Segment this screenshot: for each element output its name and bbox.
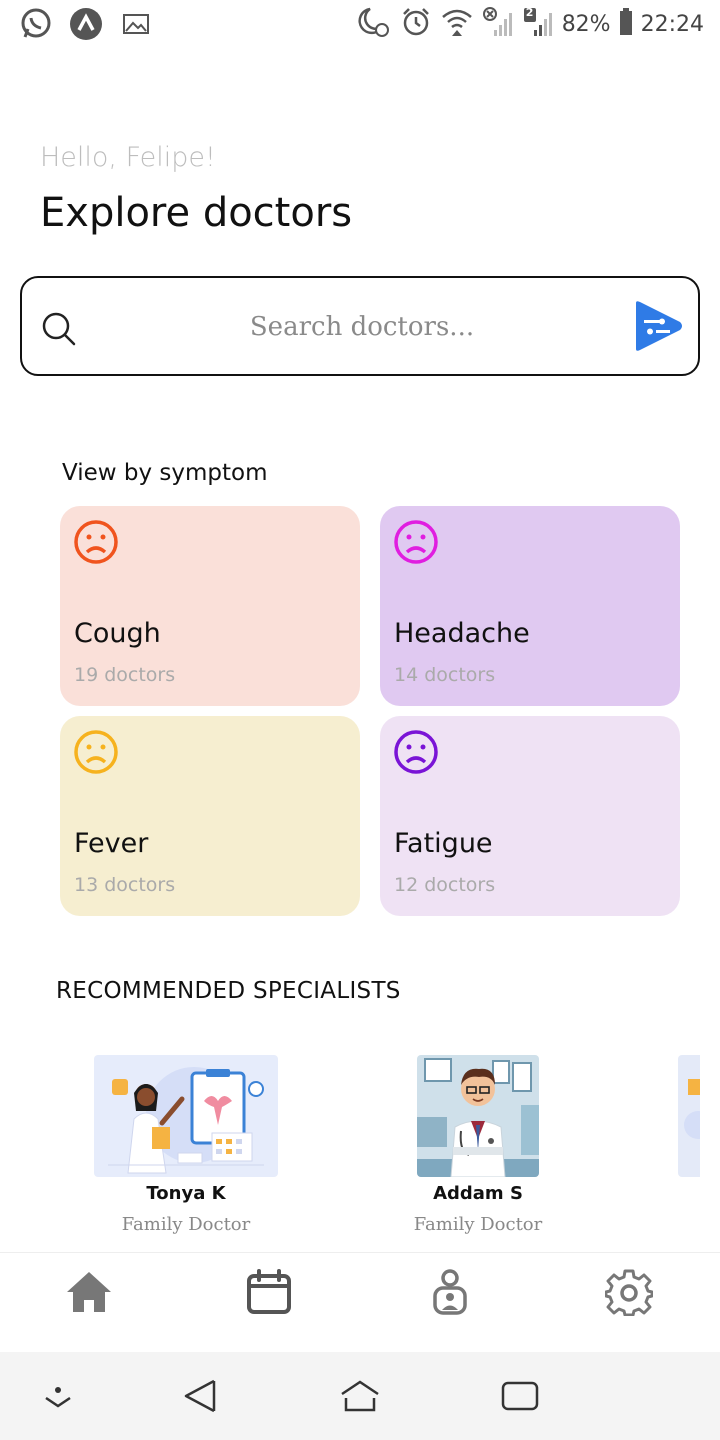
doctor-role: Family Doctor (121, 1214, 251, 1235)
symptom-name: Fatigue (394, 828, 493, 859)
signal-icon: 2 (522, 6, 554, 42)
specialist-card-partial[interactable] (678, 1055, 700, 1177)
specialist-card[interactable]: Addam S Family Doctor (378, 1055, 578, 1235)
symptom-card-headache[interactable]: Headache 14 doctors (380, 506, 680, 706)
doctor-name: Tonya K (146, 1183, 226, 1204)
filter-icon[interactable] (632, 300, 684, 352)
sad-face-icon (392, 728, 440, 776)
greeting: Hello, Felipe! (40, 142, 216, 173)
battery-level: 82% (561, 11, 611, 37)
search-input[interactable] (112, 304, 612, 350)
symptom-card-fever[interactable]: Fever 13 doctors (60, 716, 360, 916)
sad-face-icon (72, 728, 120, 776)
symptom-card-fatigue[interactable]: Fatigue 12 doctors (380, 716, 680, 916)
whatsapp-icon (18, 6, 54, 42)
system-nav-bar (0, 1352, 720, 1440)
home-icon[interactable] (64, 1267, 114, 1317)
doctor-role: Family Doctor (413, 1214, 543, 1235)
symptom-name: Headache (394, 618, 530, 649)
app-icon (68, 6, 104, 42)
battery-icon (619, 8, 633, 40)
doctor-illustration (417, 1055, 539, 1177)
settings-icon[interactable] (604, 1267, 654, 1317)
night-alarm-icon (356, 5, 392, 43)
page-title: Explore doctors (40, 190, 353, 236)
back-icon[interactable] (180, 1378, 220, 1414)
gallery-icon (118, 6, 154, 42)
hide-keyboard-icon[interactable] (38, 1378, 78, 1414)
symptom-card-cough[interactable]: Cough 19 doctors (60, 506, 360, 706)
recents-icon[interactable] (500, 1378, 540, 1414)
symptom-doctor-count: 19 doctors (74, 664, 176, 686)
signal-icon (482, 6, 514, 42)
symptom-name: Fever (74, 828, 149, 859)
search-bar[interactable] (20, 276, 700, 376)
sad-face-icon (72, 518, 120, 566)
symptom-doctor-count: 12 doctors (394, 874, 496, 896)
wifi-icon (440, 6, 474, 42)
symptom-doctor-count: 13 doctors (74, 874, 176, 896)
sad-face-icon (392, 518, 440, 566)
search-icon[interactable] (40, 310, 78, 348)
clock: 22:24 (640, 11, 704, 37)
symptom-doctor-count: 14 doctors (394, 664, 496, 686)
home-icon[interactable] (340, 1378, 380, 1414)
doctor-name: Addam S (433, 1183, 523, 1204)
specialist-card[interactable]: Tonya K Family Doctor (86, 1055, 286, 1235)
status-bar: 2 82% 22:24 (0, 0, 720, 50)
specialists-section-label: RECOMMENDED SPECIALISTS (56, 978, 401, 1004)
doctor-illustration (94, 1055, 278, 1177)
symptom-name: Cough (74, 618, 161, 649)
symptom-section-label: View by symptom (62, 460, 268, 486)
bottom-nav (0, 1252, 720, 1352)
sim-badge: 2 (525, 6, 534, 19)
profile-icon[interactable] (425, 1267, 475, 1317)
alarm-icon (400, 6, 432, 42)
calendar-icon[interactable] (244, 1267, 294, 1317)
